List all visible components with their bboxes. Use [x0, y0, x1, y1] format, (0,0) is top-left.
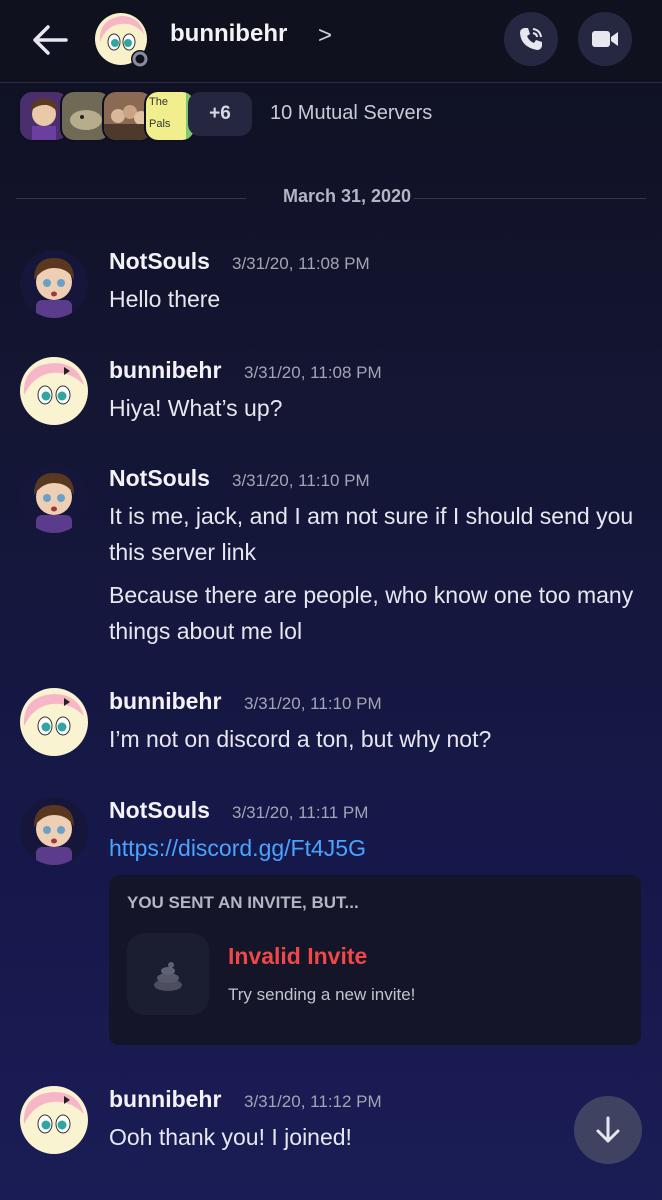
message-text: Hello there — [109, 286, 221, 312]
message-text: Hiya! What’s up? — [109, 395, 283, 421]
message-timestamp: 3/31/20, 11:10 PM — [232, 471, 370, 490]
message-author[interactable]: NotSouls — [109, 797, 210, 824]
date-divider-text: March 31, 2020 — [282, 186, 412, 206]
message-timestamp: 3/31/20, 11:12 PM — [244, 1092, 382, 1111]
phone-icon — [520, 28, 542, 50]
poop-icon — [154, 962, 182, 991]
more-servers-badge[interactable]: +6 — [188, 92, 252, 136]
avatar-notsouls[interactable] — [20, 465, 88, 533]
message-author[interactable]: NotSouls — [109, 248, 210, 275]
message-timestamp: 3/31/20, 11:10 PM — [244, 694, 382, 713]
chevron-right-icon[interactable]: > — [318, 22, 332, 50]
invite-server-icon — [127, 933, 209, 1015]
message-group: bunnibehr 3/31/20, 11:08 PM Hiya! What’s… — [0, 357, 662, 437]
message-author[interactable]: bunnibehr — [109, 1086, 221, 1113]
avatar-bunnibehr[interactable] — [20, 688, 88, 756]
arrow-left-icon — [33, 25, 68, 55]
message-text: It is me, jack, and I am not sure if I s… — [109, 503, 634, 565]
message-text: Ooh thank you! I joined! — [109, 1124, 352, 1150]
video-camera-icon — [592, 31, 618, 47]
avatar-bunnibehr[interactable] — [20, 1086, 88, 1154]
server-tag-text: Pals — [149, 118, 171, 130]
header-username[interactable]: bunnibehr — [170, 20, 287, 48]
video-call-button[interactable] — [578, 12, 632, 66]
mutual-servers-label[interactable]: 10 Mutual Servers — [270, 102, 432, 125]
invite-title: Invalid Invite — [228, 943, 368, 969]
date-divider: March 31, 2020 — [16, 186, 646, 210]
divider-line — [414, 198, 646, 199]
invite-embed: YOU SENT AN INVITE, BUT... Invalid Invit… — [109, 875, 641, 1045]
message-group: bunnibehr 3/31/20, 11:12 PM Ooh thank yo… — [0, 1086, 662, 1166]
message-timestamp: 3/31/20, 11:11 PM — [232, 803, 369, 822]
avatar-notsouls[interactable] — [20, 250, 88, 318]
invite-subtitle: Try sending a new invite! — [228, 985, 416, 1004]
message-timestamp: 3/31/20, 11:08 PM — [244, 363, 382, 382]
message-group: bunnibehr 3/31/20, 11:10 PM I’m not on d… — [0, 688, 662, 768]
chat-header: bunnibehr > — [0, 0, 662, 83]
invite-heading: YOU SENT AN INVITE, BUT... — [127, 893, 359, 912]
message-group: NotSouls 3/31/20, 11:08 PM Hello there — [0, 248, 662, 328]
server-tag-text: The — [149, 96, 168, 108]
arrow-down-icon — [596, 1116, 620, 1143]
mutual-servers-row[interactable]: The Pals +6 10 Mutual Servers — [18, 90, 658, 142]
message-author[interactable]: NotSouls — [109, 465, 210, 492]
avatar-notsouls[interactable] — [20, 797, 88, 865]
invite-link[interactable]: https://discord.gg/Ft4J5G — [109, 830, 639, 866]
avatar-bunnibehr[interactable] — [20, 357, 88, 425]
message-group: NotSouls 3/31/20, 11:10 PM It is me, jac… — [0, 465, 662, 655]
back-button[interactable] — [30, 22, 70, 58]
voice-call-button[interactable] — [504, 12, 558, 66]
message-text: I’m not on discord a ton, but why not? — [109, 726, 492, 752]
header-avatar[interactable] — [94, 12, 152, 70]
message-author[interactable]: bunnibehr — [109, 357, 221, 384]
message-group: NotSouls 3/31/20, 11:11 PM https://disco… — [0, 797, 662, 867]
jump-to-bottom-button[interactable] — [574, 1096, 642, 1164]
divider-line — [16, 198, 246, 199]
message-text: Because there are people, who know one t… — [109, 582, 634, 644]
message-author[interactable]: bunnibehr — [109, 688, 221, 715]
message-timestamp: 3/31/20, 11:08 PM — [232, 254, 370, 273]
